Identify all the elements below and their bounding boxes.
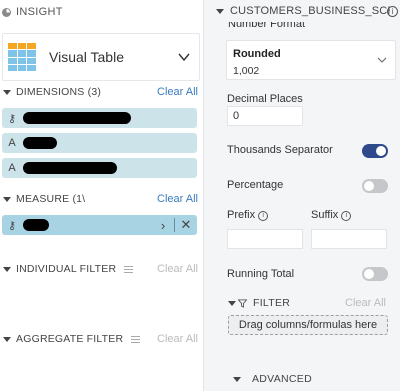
dimension-field-3[interactable]: A bbox=[2, 158, 197, 178]
remove-field-icon[interactable]: ✕ bbox=[179, 217, 193, 233]
chevron-down-icon bbox=[377, 57, 387, 63]
funnel-icon bbox=[238, 298, 247, 308]
chevron-down-icon[interactable] bbox=[177, 50, 191, 64]
number-format-select[interactable]: Rounded 1,002 bbox=[226, 40, 396, 80]
properties-panel: CUSTOMERS_BUSINESS_SCH... i Number Forma… bbox=[208, 0, 400, 391]
redacted-field-name bbox=[23, 219, 49, 231]
visual-type-label: Visual Table bbox=[49, 49, 124, 65]
toggle-knob bbox=[364, 181, 374, 191]
running-total-label: Running Total bbox=[227, 268, 295, 280]
suffix-input[interactable] bbox=[311, 229, 387, 249]
text-type-icon: A bbox=[8, 137, 16, 149]
filter-label: FILTER bbox=[253, 297, 291, 309]
properties-header[interactable]: CUSTOMERS_BUSINESS_SCH... i bbox=[208, 0, 400, 22]
dimensions-section-header[interactable]: DIMENSIONS (3) Clear All bbox=[0, 84, 204, 100]
collapse-caret-icon[interactable] bbox=[228, 300, 236, 306]
thousands-separator-toggle[interactable] bbox=[362, 144, 388, 158]
info-icon[interactable]: i bbox=[341, 211, 352, 221]
visual-type-selector[interactable]: Visual Table bbox=[2, 33, 200, 81]
prefix-input[interactable] bbox=[227, 229, 303, 249]
percentage-toggle[interactable] bbox=[362, 179, 388, 193]
measure-label: MEASURE (1\ bbox=[16, 193, 86, 205]
toggle-knob bbox=[376, 146, 386, 156]
running-total-toggle[interactable] bbox=[362, 267, 388, 281]
collapse-caret-icon[interactable] bbox=[3, 196, 11, 202]
info-icon[interactable]: i bbox=[258, 211, 269, 221]
number-format-example: 1,002 bbox=[233, 65, 260, 77]
percentage-label: Percentage bbox=[227, 179, 284, 191]
aggregate-filter-label: AGGREGATE FILTER bbox=[16, 333, 124, 345]
collapse-caret-icon[interactable] bbox=[3, 336, 11, 342]
advanced-section-header[interactable]: ADVANCED bbox=[208, 372, 400, 386]
filter-list-icon bbox=[131, 335, 141, 343]
advanced-label: ADVANCED bbox=[252, 373, 312, 385]
toggle-knob bbox=[364, 269, 374, 279]
filter-section-header[interactable]: FILTER Clear All bbox=[208, 296, 400, 310]
individual-filter-label: INDIVIDUAL FILTER bbox=[16, 263, 117, 275]
source-title: CUSTOMERS_BUSINESS_SCH... bbox=[230, 5, 390, 17]
decimal-places-input[interactable]: 0 bbox=[227, 106, 303, 126]
redacted-field-name bbox=[23, 162, 117, 174]
text-type-icon: A bbox=[8, 162, 16, 174]
redacted-field-name bbox=[23, 137, 57, 149]
dimension-field-1[interactable]: ⚷ bbox=[2, 108, 197, 128]
insight-title: INSIGHT bbox=[16, 6, 63, 18]
collapse-caret-icon[interactable] bbox=[216, 8, 224, 14]
key-icon: ⚷ bbox=[7, 219, 17, 232]
decimal-places-label: Decimal Places bbox=[227, 93, 303, 105]
collapse-caret-icon[interactable] bbox=[3, 266, 11, 272]
measure-clear-all-link[interactable]: Clear All bbox=[157, 193, 198, 205]
pie-chart-icon bbox=[2, 7, 11, 17]
prefix-label: Prefix bbox=[227, 209, 256, 221]
dimensions-clear-all-link[interactable]: Clear All bbox=[157, 86, 198, 98]
measure-field-actions: › ✕ bbox=[156, 215, 193, 235]
prefix-label-wrap: Prefix i bbox=[227, 209, 269, 221]
measure-field-1[interactable]: ⚷ › ✕ bbox=[2, 215, 197, 235]
collapse-caret-icon[interactable] bbox=[3, 89, 11, 95]
key-icon: ⚷ bbox=[7, 112, 17, 125]
insight-header: INSIGHT bbox=[0, 0, 204, 24]
filter-drop-zone[interactable]: Drag columns/formulas here bbox=[228, 315, 388, 335]
expand-chevron-icon[interactable]: › bbox=[156, 218, 170, 233]
individual-filter-section-header[interactable]: INDIVIDUAL FILTER Clear All bbox=[0, 261, 204, 277]
number-format-selected: Rounded bbox=[233, 48, 281, 60]
number-format-label: Number Format bbox=[228, 22, 306, 30]
filter-list-icon bbox=[124, 265, 134, 273]
collapse-caret-icon[interactable] bbox=[233, 376, 241, 382]
measure-section-header[interactable]: MEASURE (1\ Clear All bbox=[0, 191, 204, 207]
info-icon[interactable]: i bbox=[387, 5, 398, 17]
thousands-separator-label: Thousands Separator bbox=[227, 144, 333, 156]
table-grid-icon bbox=[8, 43, 36, 71]
dimensions-label: DIMENSIONS (3) bbox=[16, 86, 102, 98]
suffix-label: Suffix bbox=[311, 209, 339, 221]
aggregate-filter-clear-all-link[interactable]: Clear All bbox=[157, 333, 198, 345]
suffix-label-wrap: Suffix i bbox=[311, 209, 352, 221]
divider bbox=[174, 218, 175, 232]
insight-panel: INSIGHT Visual Table DIMENSIONS (3) Clea… bbox=[0, 0, 204, 391]
dimension-field-2[interactable]: A bbox=[2, 133, 197, 153]
individual-filter-clear-all-link[interactable]: Clear All bbox=[157, 263, 198, 275]
redacted-field-name bbox=[23, 112, 131, 124]
filter-clear-all-link[interactable]: Clear All bbox=[345, 297, 386, 309]
aggregate-filter-section-header[interactable]: AGGREGATE FILTER Clear All bbox=[0, 331, 204, 347]
